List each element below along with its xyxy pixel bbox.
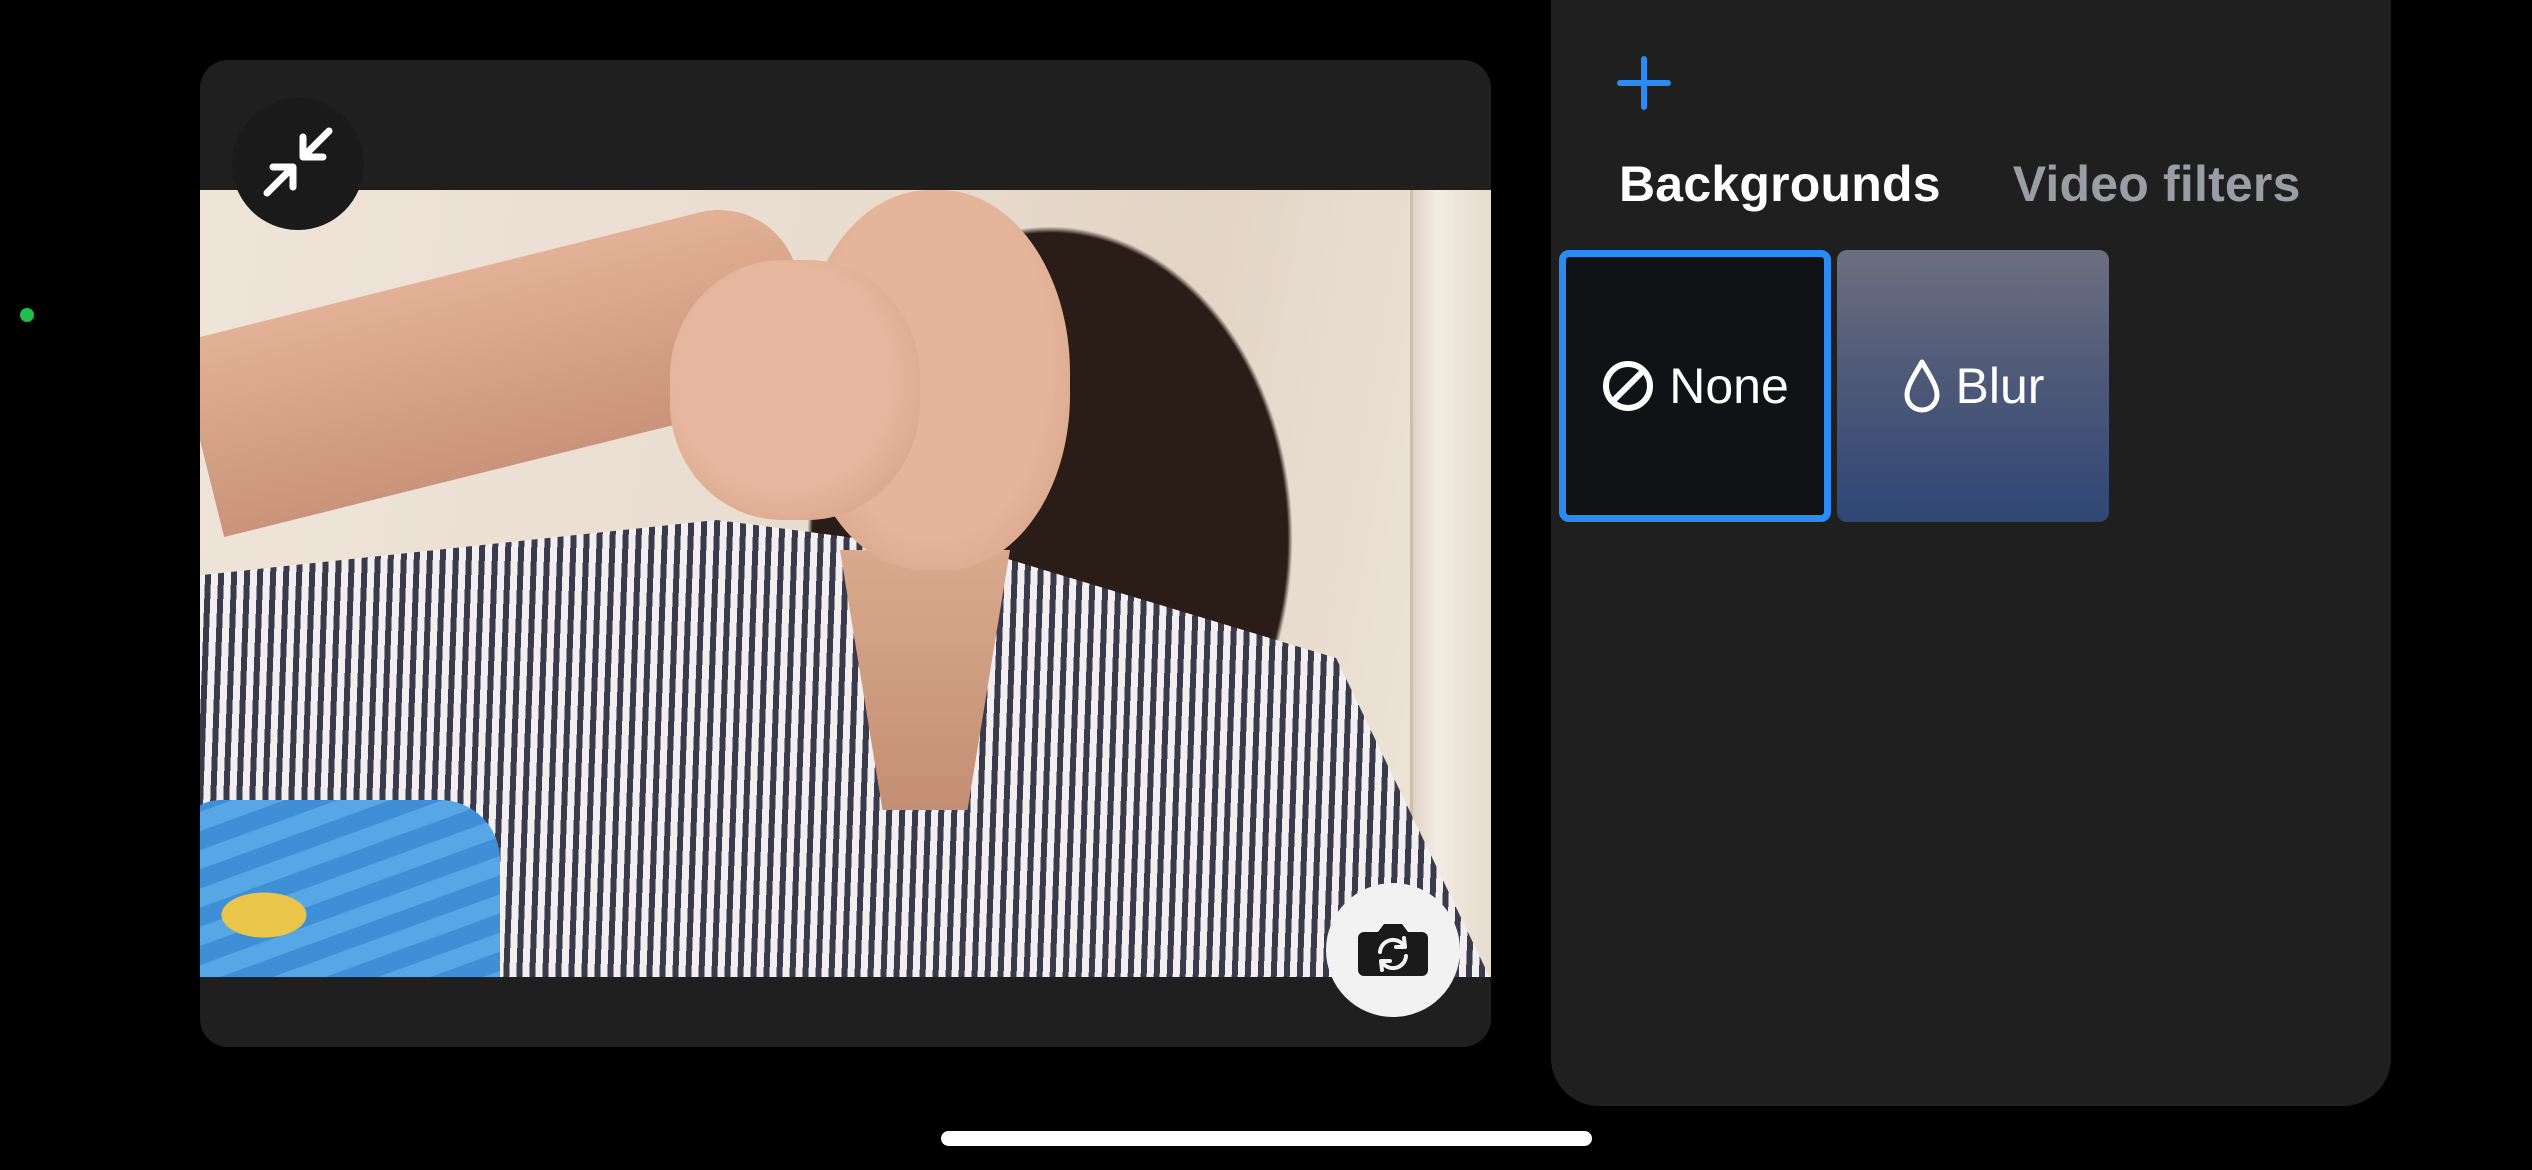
video-hand bbox=[670, 260, 920, 520]
background-option-none[interactable]: None bbox=[1559, 250, 1831, 522]
tab-backgrounds[interactable]: Backgrounds bbox=[1619, 155, 1941, 213]
option-label-none: None bbox=[1669, 358, 1789, 414]
collapse-button[interactable] bbox=[232, 98, 364, 230]
add-background-button[interactable] bbox=[1609, 50, 1679, 120]
video-feed bbox=[200, 190, 1491, 977]
effects-tabs: Backgrounds Video filters bbox=[1619, 155, 2301, 213]
collapse-arrows-icon bbox=[259, 123, 337, 206]
slash-circle-icon bbox=[1601, 359, 1655, 413]
background-options: None Blur bbox=[1559, 250, 2109, 522]
home-indicator[interactable] bbox=[941, 1131, 1592, 1146]
droplet-icon bbox=[1902, 358, 1942, 414]
tab-video-filters[interactable]: Video filters bbox=[2013, 155, 2301, 213]
plus-icon bbox=[1616, 55, 1672, 116]
option-label-blur: Blur bbox=[1955, 358, 2045, 414]
flip-camera-button[interactable] bbox=[1326, 883, 1460, 1017]
status-indicator-dot bbox=[20, 308, 34, 322]
camera-preview-card bbox=[200, 60, 1491, 1047]
camera-flip-icon bbox=[1356, 916, 1430, 985]
video-pillow-pattern bbox=[220, 880, 330, 950]
background-option-blur[interactable]: Blur bbox=[1837, 250, 2109, 522]
effects-panel: Backgrounds Video filters None Blur bbox=[1551, 0, 2391, 1106]
